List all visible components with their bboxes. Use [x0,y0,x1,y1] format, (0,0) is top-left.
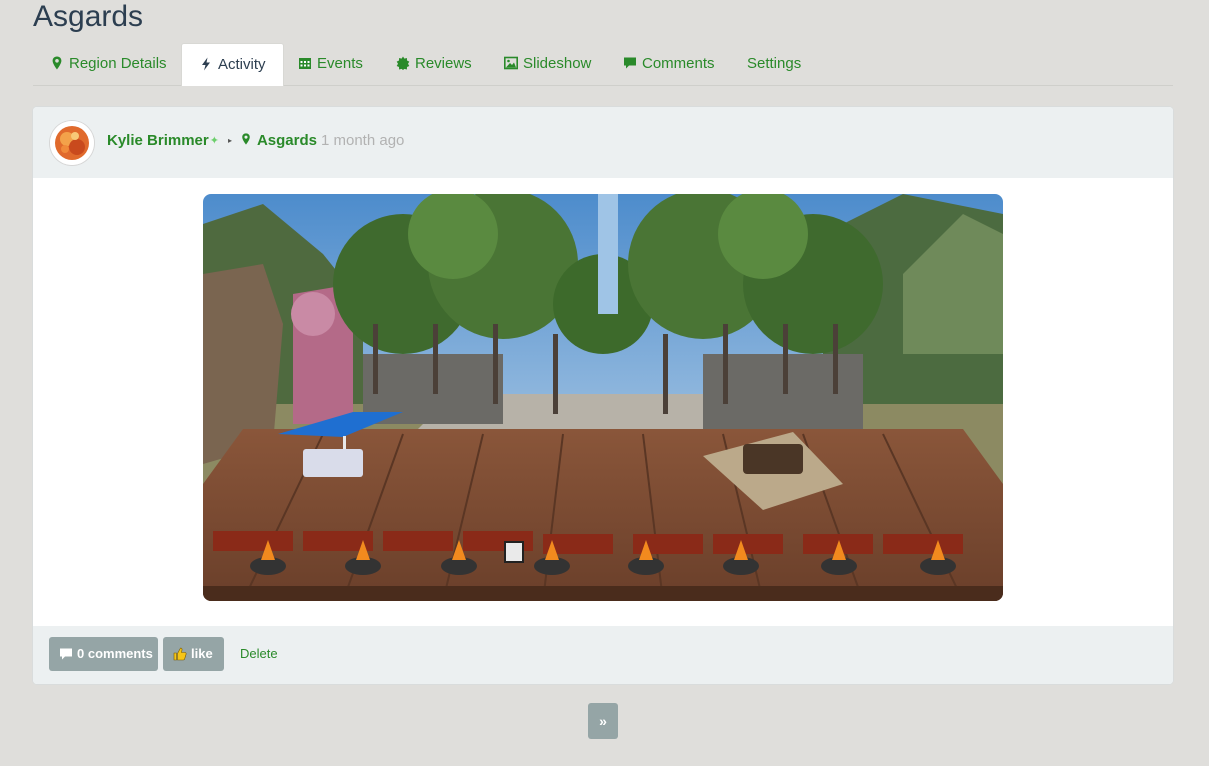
card-footer: 0 comments like Delete [33,626,1173,684]
card-header: Kylie Brimmer✦ ▸ Asgards 1 month ago [33,107,1173,178]
activity-photo-image [203,194,1003,601]
like-button-label: like [191,646,213,661]
tab-label: Region Details [69,55,167,72]
tab-label: Settings [747,55,802,72]
comments-button[interactable]: 0 comments [49,637,158,671]
comment-icon [60,648,72,660]
avatar-image [50,121,94,165]
separator-icon: ▸ [227,136,232,145]
tab-activity[interactable]: Activity [181,43,284,86]
delete-link[interactable]: Delete [240,646,278,661]
avatar[interactable] [50,121,94,165]
calendar-icon [299,58,311,69]
bolt-icon [202,57,210,71]
tab-comments[interactable]: Comments [606,43,732,85]
activity-photo[interactable] [203,194,1003,601]
image-icon [504,56,518,70]
tab-region-details[interactable]: Region Details [33,43,184,85]
tab-label: Reviews [415,55,472,72]
region-link[interactable]: Asgards [257,132,317,149]
map-marker-icon [242,133,250,145]
pagination-next-button[interactable]: » [588,703,618,739]
tab-label: Activity [218,56,266,73]
like-button[interactable]: like [163,637,224,671]
badge-icon [396,56,410,70]
tab-label: Slideshow [523,55,592,72]
map-marker-icon [52,56,62,70]
post-meta: Kylie Brimmer✦ ▸ Asgards 1 month ago [107,131,404,151]
tab-slideshow[interactable]: Slideshow [487,43,608,85]
tab-settings[interactable]: Settings [730,43,818,85]
tab-label: Comments [642,55,715,72]
comments-button-label: 0 comments [77,646,153,661]
tab-bar: Region Details Activity Events Reviews S… [33,43,1173,86]
comment-icon [624,57,636,69]
thumbs-up-icon [173,647,187,661]
page-title: Asgards [33,0,144,33]
user-link[interactable]: Kylie Brimmer [107,132,209,149]
post-time: 1 month ago [320,132,405,149]
tab-label: Events [317,55,363,72]
user-badge-icon: ✦ [209,135,219,147]
tab-events[interactable]: Events [281,43,380,85]
tab-reviews[interactable]: Reviews [379,43,489,85]
activity-card: Kylie Brimmer✦ ▸ Asgards 1 month ago 0 c… [33,107,1173,684]
